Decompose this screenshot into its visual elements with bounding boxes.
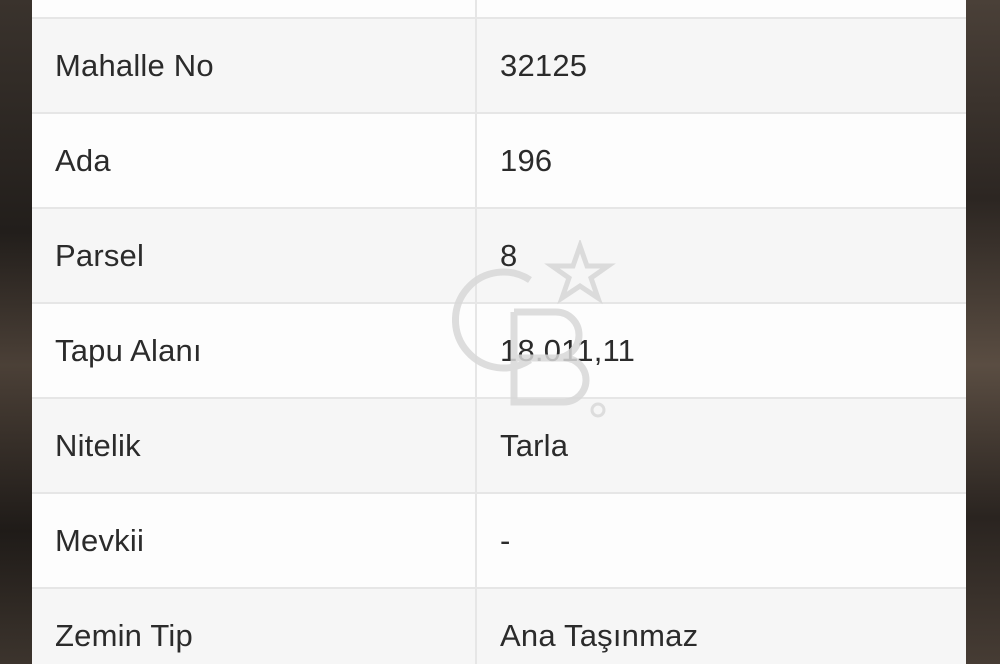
property-details-panel: Mahalle No 32125 Ada 196 Parsel 8 Tapu A… (32, 0, 966, 664)
row-label-zemin-tip: Zemin Tip (32, 589, 477, 664)
table-row-parsel: Parsel 8 (32, 209, 966, 304)
row-value-mevkii: - (500, 522, 511, 558)
row-value-mahalle-no: 32125 (500, 47, 588, 83)
row-value-zemin-tip: Ana Taşınmaz (500, 617, 699, 653)
row-label-mevkii: Mevkii (32, 494, 477, 587)
property-details-table: Mahalle No 32125 Ada 196 Parsel 8 Tapu A… (32, 0, 966, 664)
row-value-ada: 196 (500, 142, 553, 178)
row-value (477, 0, 966, 17)
row-value-tapu-alani: 18.011,11 (500, 332, 636, 368)
table-row-tapu-alani: Tapu Alanı 18.011,11 (32, 304, 966, 399)
table-row-mevkii: Mevkii - (32, 494, 966, 589)
row-value-nitelik: Tarla (500, 427, 569, 463)
background-left-edge (0, 0, 32, 664)
table-row-nitelik: Nitelik Tarla (32, 399, 966, 494)
background-right-edge (966, 0, 1000, 664)
row-label-parsel: Parsel (32, 209, 477, 302)
row-label-ada: Ada (32, 114, 477, 207)
table-row-zemin-tip: Zemin Tip Ana Taşınmaz (32, 589, 966, 664)
table-row-ada: Ada 196 (32, 114, 966, 209)
row-value-parsel: 8 (500, 237, 518, 273)
row-label-mahalle-no: Mahalle No (32, 19, 477, 112)
row-label (32, 0, 477, 17)
row-label-tapu-alani: Tapu Alanı (32, 304, 477, 397)
table-row-mahalle-no: Mahalle No 32125 (32, 19, 966, 114)
row-label-nitelik: Nitelik (32, 399, 477, 492)
table-row (32, 0, 966, 19)
